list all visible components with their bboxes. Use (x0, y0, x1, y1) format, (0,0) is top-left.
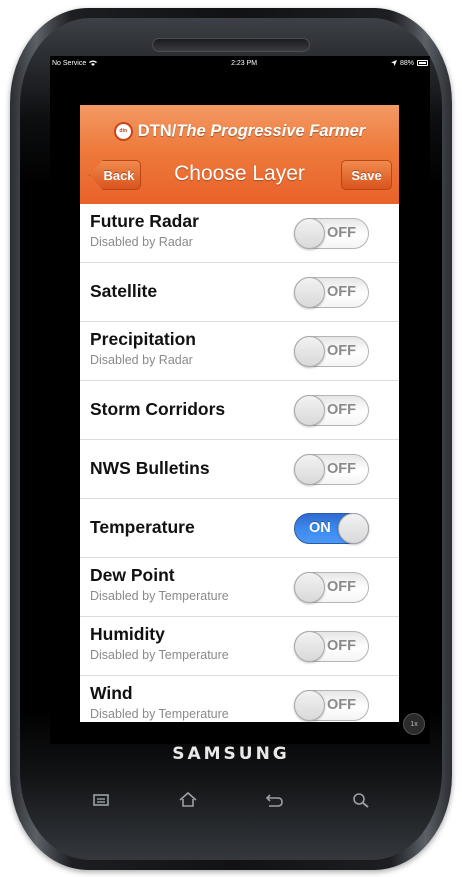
layer-row: NWS Bulletins OFF (80, 440, 399, 499)
layer-toggle-switch[interactable]: OFF (294, 454, 369, 485)
home-key[interactable] (171, 786, 205, 814)
layer-toggle-switch[interactable]: OFF (294, 572, 369, 603)
brand-name: The Progressive Farmer (176, 121, 366, 140)
layer-name: Dew Point (90, 565, 175, 585)
layer-row: Satellite OFF (80, 263, 399, 322)
search-key-icon (353, 793, 369, 808)
layer-row: Precipitation Disabled by Radar OFF (80, 322, 399, 381)
layer-row: Future Radar Disabled by Radar OFF (80, 204, 399, 263)
layer-list: Future Radar Disabled by Radar OFF Satellit… (80, 204, 399, 722)
battery-percent: 88% (399, 59, 414, 67)
toggle-knob (294, 336, 325, 367)
layer-name: Wind (90, 683, 133, 703)
home-key-icon (179, 791, 197, 807)
earpiece-speaker (152, 38, 310, 52)
layer-disabled-note: Disabled by Temperature (90, 648, 229, 662)
layer-toggle-switch[interactable]: ON (294, 513, 369, 544)
layer-disabled-note: Disabled by Radar (90, 353, 193, 367)
layer-name: Storm Corridors (90, 399, 226, 419)
app-header: dtn DTN/ The Progressive Farmer Back Cho… (80, 105, 399, 204)
brand-bar: dtn DTN/ The Progressive Farmer (80, 118, 399, 144)
toggle-knob (294, 631, 325, 662)
layer-name: Future Radar (90, 211, 199, 231)
layer-name: Satellite (90, 281, 158, 301)
layer-toggle-switch[interactable]: OFF (294, 395, 369, 426)
layer-name: Humidity (90, 624, 165, 644)
toggle-state-label: OFF (327, 579, 356, 595)
wifi-icon (89, 60, 98, 66)
toggle-state-label: OFF (327, 343, 356, 359)
status-time: 2:23 PM (231, 59, 258, 67)
status-bar: No Service 2:23 PM 88% (50, 56, 430, 70)
toggle-knob (294, 395, 325, 426)
layer-row: Humidity Disabled by Temperature OFF (80, 617, 399, 676)
toggle-state-label: OFF (327, 284, 356, 300)
carrier-label: No Service (52, 59, 87, 67)
toggle-knob (294, 690, 325, 721)
layer-name: Temperature (90, 517, 195, 537)
app-screen: dtn DTN/ The Progressive Farmer Back Cho… (80, 105, 399, 722)
layer-name: Precipitation (90, 329, 196, 349)
layer-toggle-switch[interactable]: OFF (294, 218, 369, 249)
search-key[interactable] (344, 786, 378, 814)
layer-toggle-switch[interactable]: OFF (294, 631, 369, 662)
layer-row: Storm Corridors OFF (80, 381, 399, 440)
layer-disabled-note: Disabled by Temperature (90, 707, 229, 721)
layer-row: Wind Disabled by Temperature OFF (80, 676, 399, 722)
zoom-badge[interactable]: 1x (403, 713, 425, 735)
layer-name: NWS Bulletins (90, 458, 210, 478)
layer-toggle-switch[interactable]: OFF (294, 336, 369, 367)
layer-disabled-note: Disabled by Temperature (90, 589, 229, 603)
toggle-state-label: ON (309, 520, 331, 536)
layer-row: Temperature ON (80, 499, 399, 558)
save-button[interactable]: Save (341, 160, 392, 190)
navigation-bar: Back Choose Layer Save (80, 157, 399, 195)
toggle-knob (338, 513, 369, 544)
device-brand-logo: SAMSUNG (172, 744, 290, 764)
hardware-keys (60, 785, 402, 815)
brand-prefix: DTN/ (137, 121, 177, 140)
toggle-knob (294, 454, 325, 485)
toggle-state-label: OFF (327, 225, 356, 241)
toggle-state-label: OFF (327, 461, 356, 477)
toggle-knob (294, 572, 325, 603)
layer-toggle-switch[interactable]: OFF (294, 690, 369, 721)
toggle-knob (294, 277, 325, 308)
back-key-icon (266, 794, 284, 807)
menu-key-icon (93, 794, 109, 806)
dtn-logo-icon: dtn (113, 121, 133, 141)
layer-row: Dew Point Disabled by Temperature OFF (80, 558, 399, 617)
menu-key[interactable] (84, 786, 118, 814)
toggle-state-label: OFF (327, 402, 356, 418)
layer-disabled-note: Disabled by Radar (90, 235, 193, 249)
toggle-state-label: OFF (327, 697, 356, 713)
toggle-knob (294, 218, 325, 249)
toggle-state-label: OFF (327, 638, 356, 654)
battery-icon (416, 60, 428, 66)
back-key[interactable] (257, 786, 291, 814)
location-arrow-icon (390, 60, 397, 66)
layer-toggle-switch[interactable]: OFF (294, 277, 369, 308)
